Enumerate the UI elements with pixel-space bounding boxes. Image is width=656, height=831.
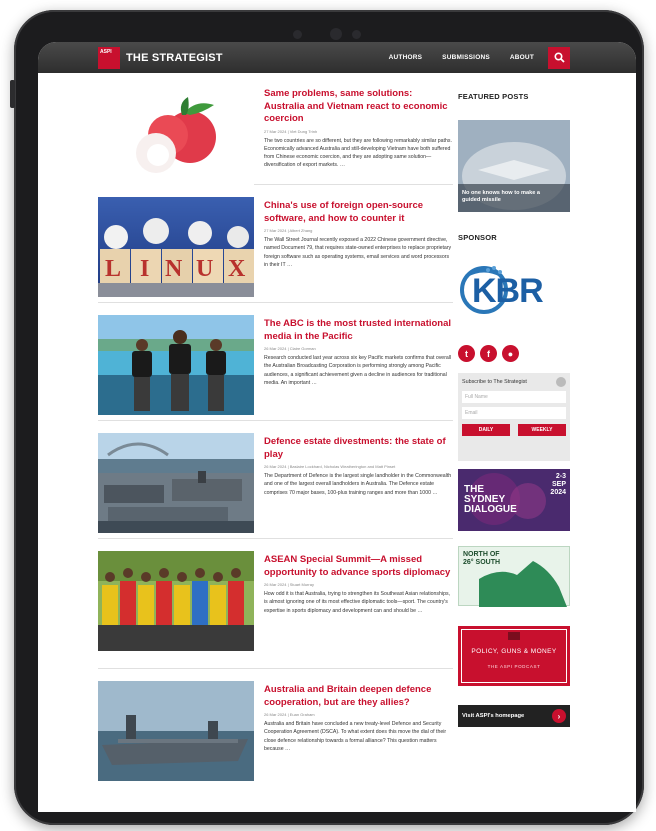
article-thumbnail-carrier[interactable]	[98, 681, 254, 781]
article-meta: 26 Mar 2024 | Stuart Murray	[264, 582, 314, 587]
svg-text:N: N	[165, 256, 183, 282]
podcast-title: POLICY, GUNS & MONEY	[471, 648, 557, 655]
arrow-right-icon: ›	[552, 709, 566, 723]
dialogue-date: 2-3 SEP 2024	[550, 473, 566, 497]
article-excerpt: The Wall Street Journal recently exposed…	[264, 237, 452, 268]
dialogue-date3: 2024	[550, 489, 566, 496]
podcast-subtitle: THE ASPI PODCAST	[487, 664, 541, 669]
article-item: The ABC is the most trusted internationa…	[98, 303, 453, 421]
north-of-26-banner[interactable]: NORTH OF 26° SOUTH	[458, 546, 570, 607]
nav-authors[interactable]: AUTHORS	[389, 54, 423, 61]
article-title[interactable]: Defence estate divestments: the state of…	[264, 436, 453, 461]
dialogue-title: THE SYDNEY DIALOGUE	[464, 485, 517, 515]
main-nav: AUTHORS SUBMISSIONS ABOUT	[389, 42, 636, 73]
article-excerpt: The Department of Defence is the largest…	[264, 473, 452, 496]
article-excerpt: The two countries are so different, but …	[264, 137, 452, 169]
sponsor-heading: SPONSOR	[458, 233, 497, 242]
camera-dot	[293, 30, 302, 39]
featured-posts-heading: FEATURED POSTS	[458, 92, 529, 101]
article-thumbnail-sports[interactable]	[98, 551, 254, 651]
kbr-logo-text: KBR	[472, 272, 544, 310]
nav-about[interactable]: ABOUT	[510, 54, 534, 61]
podcast-logo	[508, 632, 520, 640]
rss-icon[interactable]: ●	[502, 345, 519, 362]
featured-heading: FEATURED POSTS	[458, 92, 570, 101]
social-links: t f ●	[458, 345, 570, 362]
dialogue-date1: 2-3	[555, 473, 566, 480]
article-title[interactable]: Same problems, same solutions: Australia…	[264, 88, 453, 126]
fullname-field[interactable]: Full Name	[462, 391, 566, 403]
article-thumbnail-lychee[interactable]	[98, 85, 254, 185]
mail-icon	[556, 377, 566, 387]
dialogue-date2: SEP	[551, 481, 566, 488]
featured-post-card[interactable]: No one knows how to make a guided missil…	[458, 120, 570, 212]
dialogue-line3: DIALOGUE	[464, 504, 517, 515]
article-excerpt: Australia and Britain have concluded a n…	[264, 721, 447, 752]
article-item: L I N U X China's use of foreign open-so…	[98, 185, 453, 303]
search-icon	[553, 52, 565, 63]
article-title[interactable]: The ABC is the most trusted internationa…	[264, 318, 453, 343]
kbr-logo[interactable]: KBR	[458, 256, 570, 324]
search-button[interactable]	[548, 46, 570, 69]
article-thumbnail-harbour[interactable]	[98, 433, 254, 533]
article-meta: 27 Mar 2024 | Viet Dung Trinh	[264, 128, 318, 134]
article-title[interactable]: China's use of foreign open-source softw…	[264, 200, 453, 225]
email-field[interactable]: Email	[462, 407, 566, 419]
sponsor-section: SPONSOR	[458, 233, 570, 242]
subscribe-box: Subscribe to The Strategist Full Name Em…	[458, 373, 570, 461]
sensor-dot	[352, 30, 361, 39]
weekly-button[interactable]: WEEKLY	[518, 424, 566, 436]
twitter-icon[interactable]: t	[458, 345, 475, 362]
volume-button	[10, 80, 15, 108]
site-name[interactable]: THE STRATEGIST	[126, 52, 223, 64]
sydney-dialogue-banner[interactable]: THE SYDNEY DIALOGUE 2-3 SEP 2024	[458, 469, 570, 531]
article-title[interactable]: Australia and Britain deepen defence coo…	[264, 684, 453, 709]
svg-text:U: U	[196, 256, 213, 282]
site-header: ASPI THE STRATEGIST AUTHORS SUBMISSIONS …	[38, 42, 636, 73]
article-meta: 26 Mar 2024 | Claire Gorman	[264, 346, 316, 351]
svg-text:X: X	[228, 256, 246, 282]
north-title: NORTH OF 26° SOUTH	[463, 551, 500, 567]
svg-text:I: I	[140, 256, 149, 282]
subscribe-label: Subscribe to The Strategist	[462, 379, 527, 385]
article-meta: 27 Mar 2024 | Albert Zhang	[264, 228, 313, 233]
article-meta: 26 Mar 2024 | Euan Graham	[264, 712, 315, 717]
article-thumbnail-abc[interactable]	[98, 315, 254, 415]
article-title[interactable]: ASEAN Special Summit—A missed opportunit…	[264, 554, 453, 579]
featured-caption: No one knows how to make a guided missil…	[462, 190, 541, 203]
north-line1: NORTH OF	[463, 551, 500, 558]
article-item: Australia and Britain deepen defence coo…	[98, 669, 453, 812]
daily-button[interactable]: DAILY	[462, 424, 510, 436]
facebook-icon[interactable]: f	[480, 345, 497, 362]
logo-text: ASPI	[100, 48, 112, 55]
article-excerpt: Research conducted last year across six …	[264, 355, 452, 386]
aspi-logo[interactable]: ASPI	[98, 46, 120, 69]
article-item: Defence estate divestments: the state of…	[98, 421, 453, 539]
article-thumbnail-linux[interactable]: L I N U X	[98, 197, 254, 297]
podcast-banner[interactable]: POLICY, GUNS & MONEY THE ASPI PODCAST	[458, 626, 570, 686]
nav-submissions[interactable]: SUBMISSIONS	[442, 54, 490, 61]
camera-lens	[330, 28, 342, 40]
article-meta: 26 Mar 2024 | Baslaire Lockhard, Nichola…	[264, 464, 396, 469]
article-item: ASEAN Special Summit—A missed opportunit…	[98, 539, 453, 669]
browser-screen: ASPI THE STRATEGIST AUTHORS SUBMISSIONS …	[38, 42, 636, 812]
svg-text:L: L	[105, 256, 121, 282]
visit-aspi-button[interactable]: Visit ASPI's homepage ›	[458, 705, 570, 727]
article-excerpt: How odd it is that Australia, trying to …	[264, 591, 450, 614]
visit-label: Visit ASPI's homepage	[462, 713, 525, 719]
article-item: Same problems, same solutions: Australia…	[98, 73, 453, 185]
north-line2: 26° SOUTH	[463, 559, 501, 566]
